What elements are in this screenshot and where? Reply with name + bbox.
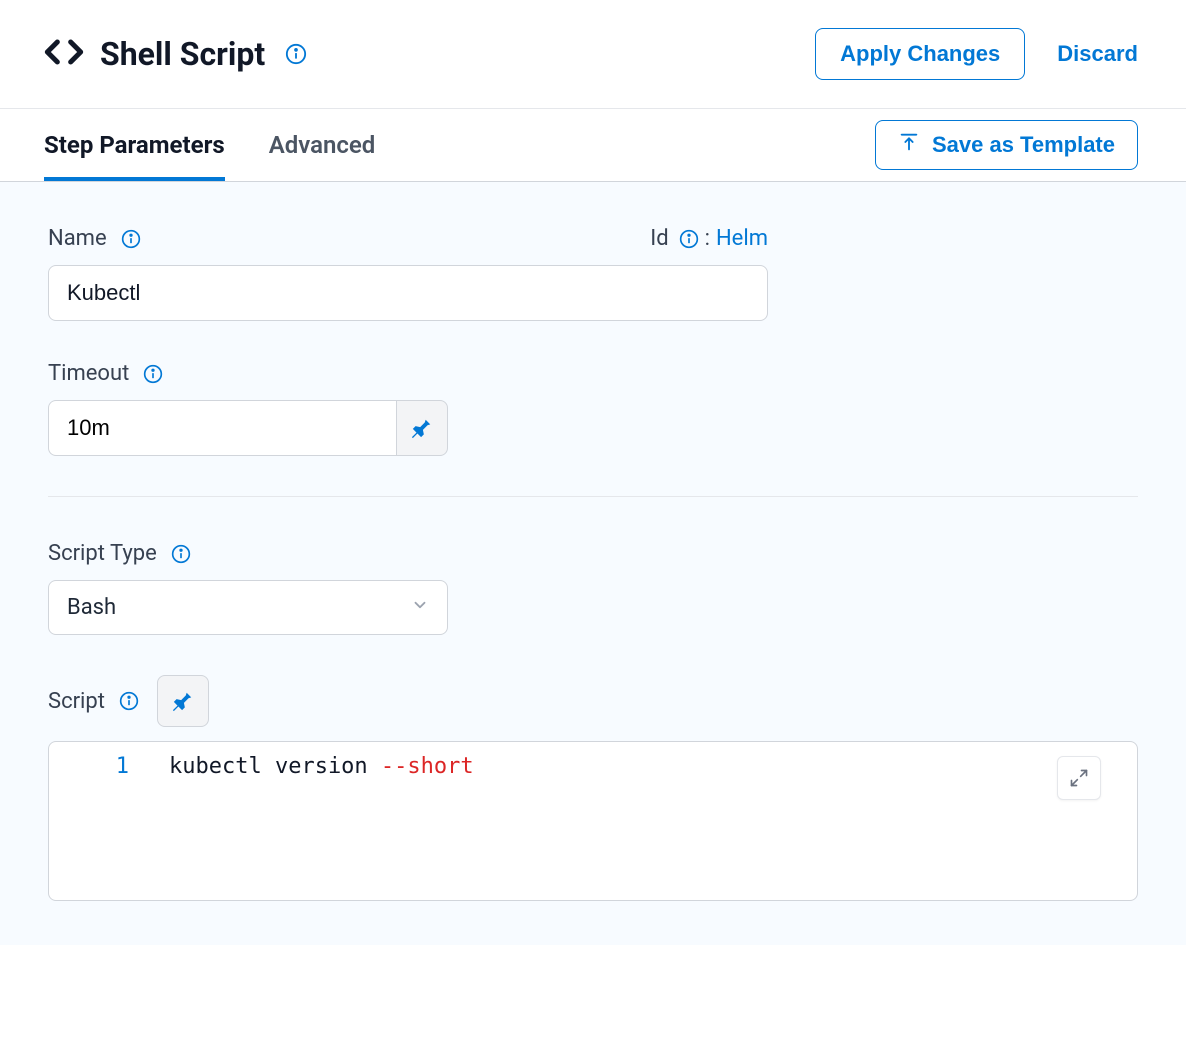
- id-value[interactable]: Helm: [716, 226, 768, 251]
- name-label: Name: [48, 226, 141, 251]
- script-label: Script: [48, 689, 139, 714]
- tabs-row: Step Parameters Advanced Save as Templat…: [0, 109, 1186, 182]
- header-title-group: Shell Script: [44, 32, 307, 76]
- id-label: Id: [650, 226, 668, 251]
- discard-button[interactable]: Discard: [1057, 41, 1138, 67]
- timeout-label: Timeout: [48, 361, 1138, 386]
- info-icon[interactable]: [119, 691, 139, 711]
- editor-scrollbar[interactable]: [1115, 750, 1129, 892]
- panel-title: Shell Script: [100, 35, 265, 73]
- form-panel: Name Id : Helm Timeout: [0, 182, 1186, 945]
- info-icon[interactable]: [679, 229, 699, 249]
- save-as-template-label: Save as Template: [932, 132, 1115, 158]
- header-actions: Apply Changes Discard: [815, 28, 1138, 80]
- id-block: Id : Helm: [650, 226, 768, 251]
- code-content: kubectl version --short: [169, 754, 474, 779]
- tab-step-parameters[interactable]: Step Parameters: [44, 109, 225, 181]
- code-line: 1 kubectl version --short: [49, 754, 1137, 779]
- timeout-field: [48, 400, 1138, 456]
- script-type-label: Script Type: [48, 541, 1138, 566]
- name-id-row: Name Id : Helm: [48, 226, 768, 251]
- tabs: Step Parameters Advanced: [44, 109, 375, 181]
- code-icon: [44, 32, 84, 76]
- apply-changes-button[interactable]: Apply Changes: [815, 28, 1025, 80]
- script-type-field: Bash: [48, 580, 1138, 635]
- info-icon[interactable]: [143, 364, 163, 384]
- info-icon[interactable]: [171, 544, 191, 564]
- expand-editor-button[interactable]: [1057, 756, 1101, 800]
- script-label-row: Script: [48, 675, 1138, 727]
- line-number: 1: [49, 754, 169, 779]
- pin-button[interactable]: [157, 675, 209, 727]
- script-editor[interactable]: 1 kubectl version --short: [48, 741, 1138, 901]
- pin-button[interactable]: [396, 400, 448, 456]
- info-icon[interactable]: [285, 43, 307, 65]
- panel-header: Shell Script Apply Changes Discard: [0, 0, 1186, 109]
- name-field: [48, 265, 1138, 321]
- section-divider: [48, 496, 1138, 497]
- tab-advanced[interactable]: Advanced: [269, 109, 376, 181]
- chevron-down-icon: [411, 595, 429, 620]
- script-type-value: Bash: [67, 595, 116, 620]
- info-icon[interactable]: [121, 229, 141, 249]
- name-input[interactable]: [48, 265, 768, 321]
- save-as-template-button[interactable]: Save as Template: [875, 120, 1138, 170]
- upload-icon: [898, 131, 920, 159]
- timeout-input[interactable]: [48, 400, 396, 456]
- script-type-select[interactable]: Bash: [48, 580, 448, 635]
